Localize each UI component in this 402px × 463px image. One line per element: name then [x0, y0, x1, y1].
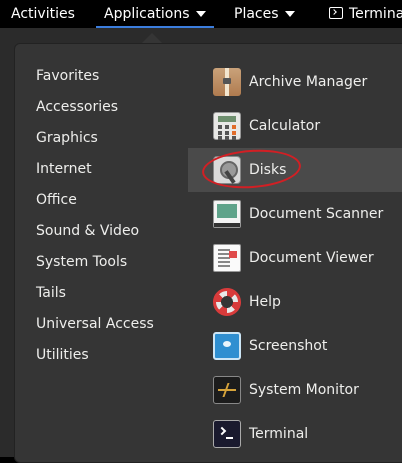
- app-label: Screenshot: [249, 338, 328, 354]
- app-label: Document Scanner: [249, 206, 384, 222]
- app-label: Archive Manager: [249, 74, 368, 90]
- app-document-scanner[interactable]: Document Scanner: [188, 192, 402, 236]
- activities-button[interactable]: Activities: [11, 0, 75, 28]
- app-disks[interactable]: Disks: [188, 148, 402, 192]
- app-screenshot[interactable]: Screenshot: [188, 324, 402, 368]
- archive-icon: [213, 68, 241, 96]
- app-calculator[interactable]: Calculator: [188, 104, 402, 148]
- app-archive-manager[interactable]: Archive Manager: [188, 60, 402, 104]
- terminal-label: Terminal: [349, 6, 402, 22]
- places-label: Places: [234, 6, 279, 22]
- lifebuoy-icon: [213, 288, 241, 316]
- app-label: System Monitor: [249, 382, 359, 398]
- dropdown-arrow-icon: [284, 11, 295, 17]
- category-universal-access[interactable]: Universal Access: [36, 313, 154, 335]
- category-internet[interactable]: Internet: [36, 158, 92, 180]
- app-help[interactable]: Help: [188, 280, 402, 324]
- applications-label: Applications: [104, 6, 190, 22]
- app-label: Help: [249, 294, 281, 310]
- category-accessories[interactable]: Accessories: [36, 96, 118, 118]
- app-document-viewer[interactable]: Document Viewer: [188, 236, 402, 280]
- disks-icon: [213, 156, 241, 184]
- app-label: Disks: [249, 162, 287, 178]
- terminal-icon: [329, 7, 343, 19]
- scanner-icon: [213, 200, 241, 228]
- screenshot-icon: [213, 332, 241, 360]
- category-office[interactable]: Office: [36, 189, 77, 211]
- category-sound-video[interactable]: Sound & Video: [36, 220, 139, 242]
- app-label: Document Viewer: [249, 250, 374, 266]
- category-tails[interactable]: Tails: [36, 282, 66, 304]
- top-bar: Activities Applications Places Terminal: [0, 0, 402, 28]
- app-label: Calculator: [249, 118, 321, 134]
- category-system-tools[interactable]: System Tools: [36, 251, 127, 273]
- category-utilities[interactable]: Utilities: [36, 344, 89, 366]
- app-terminal[interactable]: Terminal: [188, 412, 402, 456]
- app-system-monitor[interactable]: System Monitor: [188, 368, 402, 412]
- document-viewer-icon: [213, 244, 241, 272]
- places-menu-button[interactable]: Places: [234, 0, 295, 28]
- category-graphics[interactable]: Graphics: [36, 127, 98, 149]
- applications-menu-button[interactable]: Applications: [96, 0, 214, 28]
- app-label: Terminal: [249, 426, 309, 442]
- category-favorites[interactable]: Favorites: [36, 65, 99, 87]
- terminal-app-button[interactable]: Terminal: [329, 0, 402, 28]
- terminal-icon: [213, 420, 241, 448]
- dropdown-arrow-icon: [195, 11, 206, 17]
- calculator-icon: [213, 112, 241, 140]
- system-monitor-icon: [213, 376, 241, 404]
